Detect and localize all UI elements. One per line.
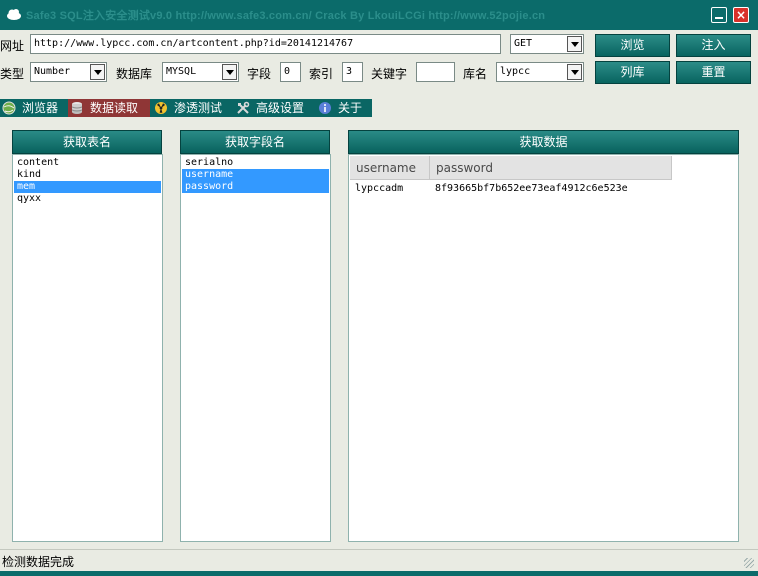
tab-label: 浏览器 <box>22 101 59 115</box>
tables-panel-header: 获取表名 <box>12 130 162 154</box>
tables-list[interactable]: content kind mem qyxx <box>12 154 163 542</box>
tab-label: 高级设置 <box>256 101 305 115</box>
listdb-button[interactable]: 列库 <box>595 61 670 84</box>
tab-label: 关于 <box>338 101 363 115</box>
url-label: 网址 <box>0 39 25 53</box>
tab-pentest[interactable]: 渗透测试 <box>152 99 232 117</box>
fields-panel-header: 获取字段名 <box>180 130 330 154</box>
column-header-password[interactable]: password <box>430 156 672 180</box>
close-button[interactable]: × <box>733 7 749 23</box>
db-value: MYSQL <box>166 66 197 77</box>
list-item[interactable]: mem <box>14 181 161 193</box>
data-panel-header: 获取数据 <box>348 130 739 154</box>
window-bottom-border <box>0 571 758 576</box>
dbname-select[interactable]: lypcc <box>496 62 584 82</box>
inject-button[interactable]: 注入 <box>676 34 751 57</box>
status-bar: 检测数据完成 <box>0 549 758 571</box>
radiation-icon <box>155 102 167 114</box>
browse-button[interactable]: 浏览 <box>595 34 670 57</box>
keyword-input[interactable] <box>416 62 455 82</box>
cloud-icon <box>7 9 21 20</box>
tab-label: 渗透测试 <box>174 101 223 115</box>
tools-icon <box>237 101 250 114</box>
resize-grip-icon[interactable] <box>744 558 754 568</box>
tab-browser[interactable]: 浏览器 <box>0 99 66 117</box>
type-value: Number <box>34 66 71 77</box>
list-item[interactable]: serialno <box>182 157 329 169</box>
dbname-label: 库名 <box>463 67 488 81</box>
tab-label: 数据读取 <box>90 101 139 115</box>
field-input[interactable]: 0 <box>280 62 301 82</box>
db-label: 数据库 <box>116 67 153 81</box>
status-text: 检测数据完成 <box>2 555 75 569</box>
chevron-down-icon[interactable] <box>567 64 582 80</box>
chevron-down-icon[interactable] <box>222 64 237 80</box>
globe-icon <box>2 101 16 115</box>
index-input[interactable]: 3 <box>342 62 363 82</box>
method-value: GET <box>514 38 533 49</box>
dbname-value: lypcc <box>500 66 531 77</box>
url-input[interactable]: http://www.lypcc.com.cn/artcontent.php?i… <box>30 34 501 54</box>
list-item[interactable]: kind <box>14 169 161 181</box>
field-label: 字段 <box>247 67 272 81</box>
tab-advanced[interactable]: 高级设置 <box>234 99 314 117</box>
tab-about[interactable]: 关于 <box>316 99 372 117</box>
data-grid[interactable]: username password lypccadm 8f93665bf7b65… <box>348 154 739 542</box>
list-item[interactable]: content <box>14 157 161 169</box>
chevron-down-icon[interactable] <box>90 64 105 80</box>
database-icon <box>71 102 83 114</box>
window-title: Safe3 SQL注入安全测试v9.0 http://www.safe3.com… <box>26 10 546 22</box>
list-item[interactable]: username <box>182 169 329 181</box>
fields-list[interactable]: serialno username password <box>180 154 331 542</box>
grid-header: username password <box>350 156 672 180</box>
table-cell[interactable]: 8f93665bf7b652ee73eaf4912c6e523e <box>435 183 628 194</box>
db-select[interactable]: MYSQL <box>162 62 239 82</box>
minimize-button[interactable] <box>711 7 727 23</box>
tab-data-read[interactable]: 数据读取 <box>68 99 150 117</box>
list-item[interactable]: qyxx <box>14 193 161 205</box>
reset-button[interactable]: 重置 <box>676 61 751 84</box>
type-label: 类型 <box>0 67 25 81</box>
chevron-down-icon[interactable] <box>567 36 582 52</box>
list-item[interactable]: password <box>182 181 329 193</box>
index-label: 索引 <box>309 67 334 81</box>
info-icon <box>319 102 331 114</box>
keyword-label: 关键字 <box>371 67 408 81</box>
tab-bar: 浏览器 数据读取 渗透测试 高级设置 关于 <box>0 99 372 117</box>
title-bar: Safe3 SQL注入安全测试v9.0 http://www.safe3.com… <box>0 0 758 30</box>
method-select[interactable]: GET <box>510 34 584 54</box>
table-cell[interactable]: lypccadm <box>355 183 403 194</box>
type-select[interactable]: Number <box>30 62 107 82</box>
column-header-username[interactable]: username <box>350 156 430 180</box>
